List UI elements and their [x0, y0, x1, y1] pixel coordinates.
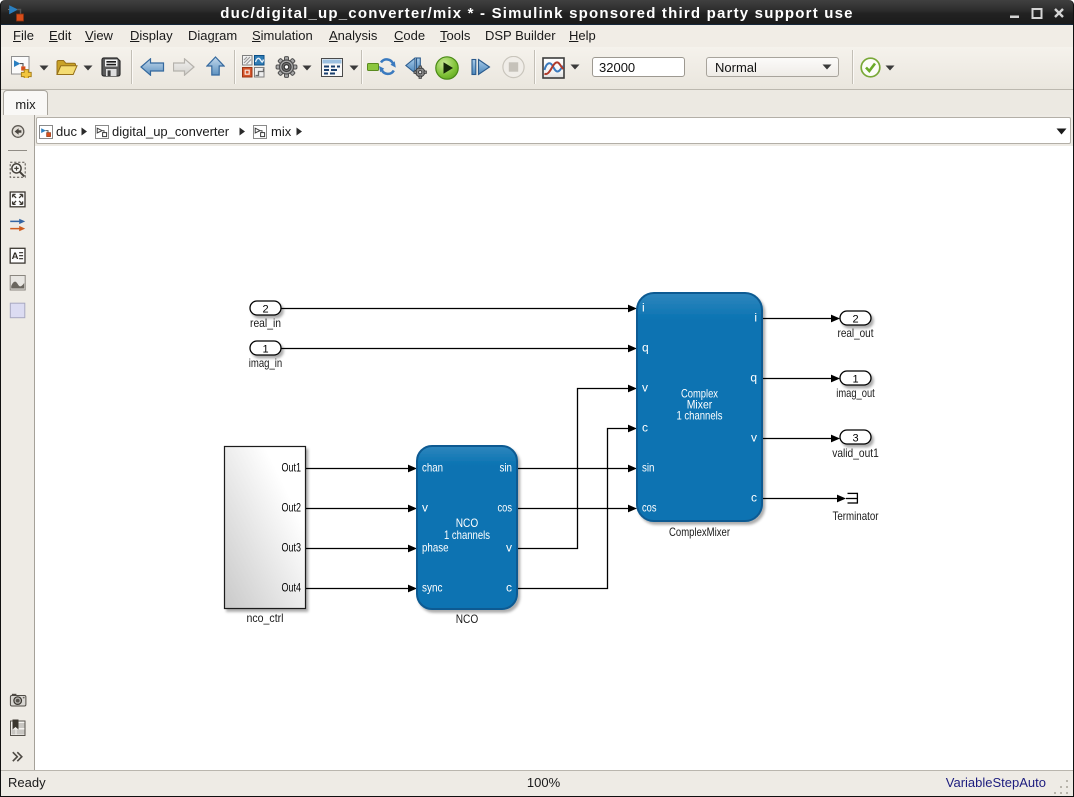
- svg-text:1 channels: 1 channels: [677, 409, 723, 423]
- svg-text:cos: cos: [498, 501, 513, 515]
- svg-text:sin: sin: [642, 461, 655, 475]
- svg-text:v: v: [751, 431, 757, 445]
- svg-text:NCO: NCO: [456, 612, 479, 626]
- svg-text:c: c: [506, 581, 512, 595]
- svg-text:Out2: Out2: [282, 501, 302, 515]
- svg-text:1: 1: [852, 374, 858, 386]
- svg-text:i: i: [642, 301, 645, 315]
- svg-text:q: q: [750, 371, 757, 385]
- svg-text:imag_out: imag_out: [836, 386, 875, 400]
- svg-text:ComplexMixer: ComplexMixer: [669, 525, 730, 539]
- svg-text:2: 2: [262, 304, 268, 316]
- svg-text:Terminator: Terminator: [833, 509, 879, 523]
- svg-text:v: v: [642, 381, 648, 395]
- svg-text:v: v: [422, 501, 428, 515]
- svg-text:1 channels: 1 channels: [444, 528, 490, 542]
- svg-text:i: i: [754, 311, 757, 325]
- svg-text:chan: chan: [422, 461, 443, 475]
- svg-text:3: 3: [852, 433, 858, 445]
- svg-text:real_out: real_out: [838, 326, 875, 340]
- svg-text:real_in: real_in: [250, 316, 281, 330]
- svg-text:q: q: [642, 341, 649, 355]
- svg-text:sync: sync: [422, 581, 443, 595]
- svg-text:nco_ctrl: nco_ctrl: [247, 611, 284, 625]
- svg-text:c: c: [642, 421, 648, 435]
- svg-text:valid_out1: valid_out1: [832, 446, 879, 460]
- svg-text:imag_in: imag_in: [249, 356, 283, 370]
- svg-text:phase: phase: [422, 541, 449, 555]
- svg-text:sin: sin: [500, 461, 513, 475]
- svg-text:Out3: Out3: [282, 541, 302, 555]
- svg-text:Out1: Out1: [282, 461, 302, 475]
- svg-text:1: 1: [262, 344, 268, 356]
- svg-text:cos: cos: [642, 501, 657, 515]
- svg-text:A: A: [12, 251, 19, 262]
- svg-text:Out4: Out4: [282, 581, 302, 595]
- svg-text:v: v: [506, 541, 512, 555]
- svg-text:2: 2: [852, 314, 858, 326]
- svg-text:c: c: [751, 491, 757, 505]
